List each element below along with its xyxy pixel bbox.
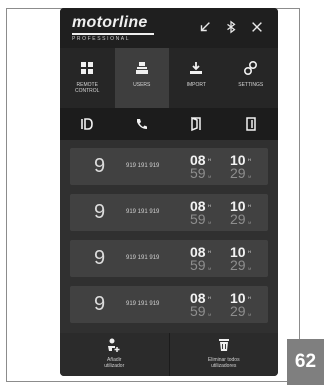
start-minute: 59 — [190, 165, 206, 181]
user-row[interactable]: 9 919 191 919 08 H 59 M 10 H 29 M — [70, 240, 268, 277]
tab-users[interactable]: USERS — [114, 48, 169, 108]
minute-unit: M — [248, 174, 252, 179]
user-row[interactable]: 9 919 191 919 08 H 59 M 10 H 29 M — [70, 148, 268, 185]
minute-unit: M — [248, 220, 252, 225]
hour-unit: H — [248, 295, 251, 300]
end-time: 10 H 29 M — [230, 290, 260, 320]
hour-unit: H — [208, 295, 211, 300]
user-id: 9 — [94, 293, 106, 315]
minute-unit: M — [208, 266, 212, 271]
end-minute: 29 — [230, 165, 246, 181]
minute-unit: M — [208, 220, 212, 225]
hour-unit: H — [248, 249, 251, 254]
start-time: 08 H 59 M — [190, 152, 220, 182]
door-icon — [246, 117, 256, 131]
tab-settings[interactable]: SETTINGS — [224, 48, 279, 108]
hour-unit: H — [248, 203, 251, 208]
end-minute: 29 — [230, 303, 246, 319]
end-time: 10 H 29 M — [230, 152, 260, 182]
minute-unit: M — [248, 266, 252, 271]
filter-door-open-button[interactable] — [169, 108, 224, 140]
add-user-button[interactable]: Añadir utilizador — [60, 333, 169, 376]
start-minute: 59 — [190, 257, 206, 273]
user-phone: 919 191 919 — [126, 301, 160, 307]
user-row[interactable]: 9 919 191 919 08 H 59 M 10 H 29 M — [70, 194, 268, 231]
end-time: 10 H 29 M — [230, 198, 260, 228]
hour-unit: H — [208, 249, 211, 254]
id-card-icon — [81, 118, 94, 130]
user-phone: 919 191 919 — [126, 163, 160, 169]
tab-label-settings: SETTINGS — [238, 82, 264, 88]
hour-unit: H — [248, 157, 251, 162]
delete-all-users-button[interactable]: Eliminar todos utilizadores — [168, 333, 279, 376]
tab-label-users: USERS — [133, 82, 151, 88]
filter-phone-button[interactable] — [115, 108, 170, 140]
user-phone: 919 191 919 — [126, 209, 160, 215]
user-filter-bar — [60, 108, 278, 140]
tab-import[interactable]: IMPORT — [169, 48, 224, 108]
user-phone: 919 191 919 — [126, 255, 160, 261]
close-icon[interactable] — [248, 18, 266, 36]
end-minute: 29 — [230, 211, 246, 227]
user-id: 9 — [94, 155, 106, 177]
minute-unit: M — [208, 174, 212, 179]
hour-unit: H — [208, 203, 211, 208]
minute-unit: M — [248, 312, 252, 317]
user-id: 9 — [94, 201, 106, 223]
filter-door-button[interactable] — [224, 108, 279, 140]
trash-icon — [218, 339, 229, 351]
start-minute: 59 — [190, 211, 206, 227]
tab-label-import: IMPORT — [186, 82, 206, 88]
minute-unit: M — [208, 312, 212, 317]
user-id: 9 — [94, 247, 106, 269]
phone-icon — [136, 119, 147, 129]
start-time: 08 H 59 M — [190, 244, 220, 274]
brand-logo: motorline — [72, 14, 148, 31]
tab-label-remote-control: REMOTE CONTROL — [75, 82, 100, 94]
gears-icon — [243, 60, 257, 76]
start-minute: 59 — [190, 303, 206, 319]
user-row[interactable]: 9 919 191 919 08 H 59 M 10 H 29 M — [70, 286, 268, 323]
phone-screen: motorline PROFESSIONAL REMOTE CONTROL US… — [60, 8, 278, 376]
door-open-icon — [191, 116, 201, 132]
end-time: 10 H 29 M — [230, 244, 260, 274]
logo-underline — [72, 33, 154, 35]
add-user-icon — [108, 338, 120, 352]
import-icon — [190, 62, 203, 74]
footer-actions: Añadir utilizador Eliminar todos utiliza… — [60, 333, 278, 376]
end-minute: 29 — [230, 257, 246, 273]
hour-unit: H — [208, 157, 211, 162]
users-list: 9 919 191 919 08 H 59 M 10 H 29 M 9 919 … — [60, 140, 278, 333]
start-time: 08 H 59 M — [190, 290, 220, 320]
main-tabs: REMOTE CONTROL USERS IMPORT SETTINGS — [60, 48, 278, 108]
delete-all-users-label: Eliminar todos utilizadores — [207, 357, 240, 369]
users-icon — [135, 62, 148, 74]
bluetooth-icon[interactable] — [222, 18, 240, 36]
logo-subtitle: PROFESSIONAL — [72, 36, 131, 42]
minimize-icon[interactable] — [196, 18, 214, 36]
grid-icon — [81, 62, 94, 74]
app-header: motorline PROFESSIONAL — [60, 8, 278, 48]
add-user-label: Añadir utilizador — [104, 357, 125, 369]
start-time: 08 H 59 M — [190, 198, 220, 228]
tab-remote-control[interactable]: REMOTE CONTROL — [60, 48, 115, 108]
filter-id-button[interactable] — [60, 108, 115, 140]
page-number: 62 — [287, 339, 324, 385]
